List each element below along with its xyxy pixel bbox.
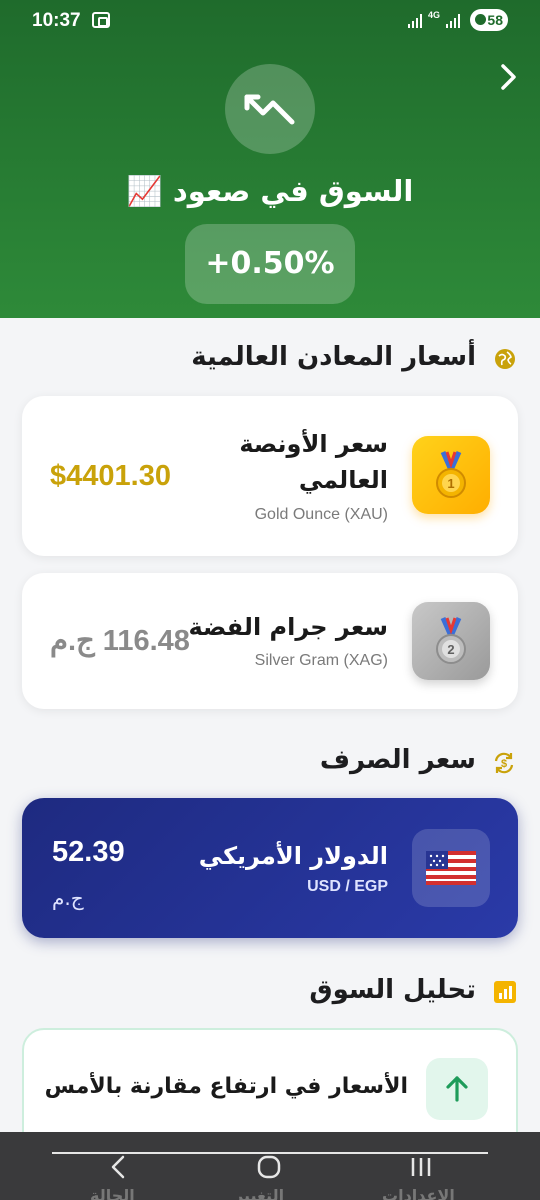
screenshot-icon (92, 12, 110, 28)
status-time: 10:37 (32, 10, 81, 31)
usd-card-title: الدولار الأمريكي (198, 842, 388, 870)
silver-medal-icon: 2 (412, 602, 490, 680)
usd-rate-unit: ج.م (52, 886, 84, 910)
battery-indicator: 58 (470, 9, 508, 31)
market-hero: 10:37 4G 58 السوق في صعود 📈 +0.50% (0, 0, 540, 318)
signal-icon-2 (446, 14, 460, 28)
system-nav-bar: الإعدادات التغيير الحالة (0, 1132, 540, 1200)
silver-card-subtitle: Silver Gram (XAG) (254, 652, 388, 669)
metals-section-title: أسعار المعادن العالمية (191, 342, 476, 372)
silver-gram-card[interactable]: 2 سعر جرام الفضة Silver Gram (XAG) 116.4… (22, 573, 518, 709)
analysis-text: الأسعار في ارتفاع مقارنة بالأمس (44, 1074, 408, 1099)
status-bar: 10:37 4G 58 (0, 0, 540, 40)
trending-down-icon (244, 94, 295, 125)
usd-rate-value: 52.39 (52, 836, 125, 868)
analysis-icon-tile (426, 1058, 488, 1120)
analysis-section-title: تحليل السوق (309, 975, 476, 1005)
market-change-badge: +0.50% (185, 224, 355, 304)
chevron-right-icon[interactable] (494, 62, 524, 92)
silver-price: 116.48 ج.م (50, 625, 190, 657)
signal-icon (408, 14, 422, 28)
network-type: 4G (428, 10, 441, 20)
back-chevron-icon[interactable] (106, 1154, 130, 1180)
gold-card-subtitle: Gold Ounce (XAU) (254, 506, 388, 523)
gold-price: $4401.30 (50, 460, 171, 492)
market-status-title: السوق في صعود 📈 (126, 174, 414, 208)
silver-card-title: سعر جرام الفضة (188, 613, 388, 641)
market-change-value: +0.50% (205, 246, 335, 281)
bar-chart-icon (494, 981, 516, 1003)
usd-card-pair: USD / EGP (307, 878, 388, 895)
globe-icon (495, 349, 515, 369)
svg-text:1: 1 (447, 476, 454, 491)
nav-label-settings[interactable]: الإعدادات (382, 1186, 455, 1200)
gold-card-title: سعر الأونصة العالمي (239, 430, 388, 494)
svg-text:$: $ (501, 758, 507, 770)
exchange-section-title: سعر الصرف (319, 745, 476, 775)
usd-egp-card[interactable]: الدولار الأمريكي USD / EGP 52.39 ج.م (22, 798, 518, 938)
gold-ounce-card[interactable]: 1 سعر الأونصة العالمي Gold Ounce (XAU) $… (22, 396, 518, 556)
currency-exchange-icon: $ (494, 752, 514, 774)
arrow-up-icon (446, 1076, 468, 1102)
svg-text:2: 2 (447, 642, 454, 657)
menu-icon[interactable] (406, 1156, 436, 1178)
home-circle-icon[interactable] (256, 1154, 282, 1180)
nav-label-status[interactable]: الحالة (90, 1186, 135, 1200)
us-flag-icon (412, 829, 490, 907)
trend-badge (225, 64, 315, 154)
nav-label-change[interactable]: التغيير (234, 1186, 284, 1200)
gold-medal-icon: 1 (412, 436, 490, 514)
